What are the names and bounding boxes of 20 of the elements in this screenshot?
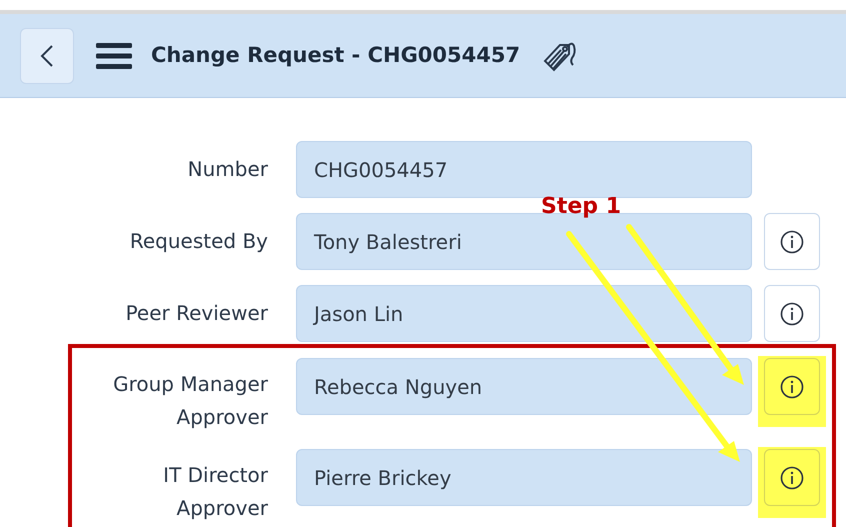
text-field[interactable]: CHG0054457 [296,141,752,198]
field-label: Peer Reviewer [124,300,268,327]
page-title: Change Request - CHG0054457 [151,42,520,69]
info-button[interactable] [764,358,820,415]
info-icon [780,466,804,490]
text-field[interactable]: Pierre Brickey [296,449,752,506]
info-icon [780,374,804,398]
info-icon [780,230,804,254]
field-label: IT Director Approver [162,462,268,522]
field-label: Number [186,156,268,183]
field-label: Requested By [128,228,268,255]
info-button[interactable] [764,449,820,506]
info-button[interactable] [764,213,820,270]
text-field[interactable]: Rebecca Nguyen [296,358,752,415]
info-icon [780,302,804,326]
info-button[interactable] [764,285,820,342]
chevron-left-icon [40,44,54,68]
menu-icon[interactable] [96,42,132,68]
text-field[interactable]: Jason Lin [296,285,752,342]
field-label: Group Manager Approver [112,371,268,431]
